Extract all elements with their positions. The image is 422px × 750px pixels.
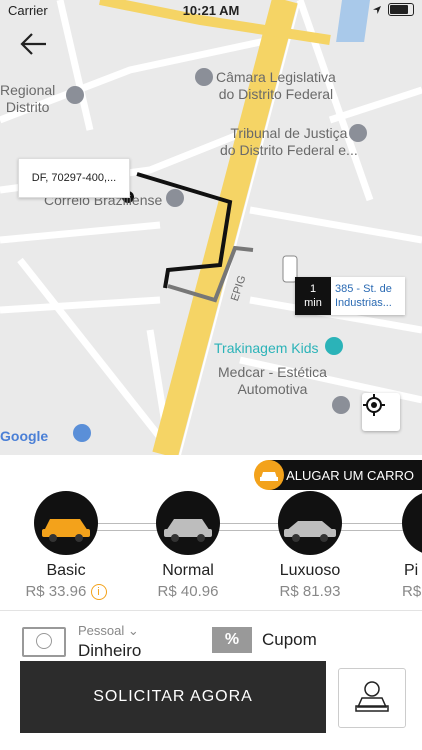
coupon-label: Cupom (262, 630, 317, 649)
coupon-button[interactable]: % Cupom (212, 627, 317, 653)
car-option-basic[interactable]: Basic R$ 33.96 i (6, 491, 126, 601)
arrow-left-icon (20, 33, 46, 55)
payment-value: Dinheiro (78, 641, 142, 660)
payment-text: Pessoal ⌄ Dinheiro (78, 623, 141, 661)
schedule-ride-button[interactable] (338, 668, 406, 728)
divider (0, 610, 422, 611)
pickup-address-bubble[interactable]: DF, 70297-400,... (18, 158, 130, 198)
poi-medcar: Medcar - Estética Automotiva (218, 364, 327, 397)
car-normal-icon (156, 491, 220, 555)
status-icons (372, 3, 414, 16)
map-roads (0, 0, 422, 455)
crosshair-icon (363, 394, 385, 416)
rent-car-button[interactable]: ALUGAR UM CARRO (254, 460, 422, 490)
my-location-button[interactable] (362, 393, 400, 431)
destination-address: 385 - St. de Industrias... (331, 277, 405, 315)
poi-regional: Regional Distrito (0, 82, 56, 115)
cash-icon (22, 627, 66, 657)
car-rental-icon (254, 460, 285, 490)
info-icon[interactable]: i (90, 584, 107, 601)
car-option-luxuoso[interactable]: Luxuoso R$ 81.93 (250, 491, 370, 600)
ride-options-panel: ALUGAR UM CARRO Basic R$ 33.96 i Normal … (0, 455, 422, 750)
battery-icon (388, 3, 414, 16)
status-bar: Carrier 10:21 AM (0, 0, 422, 22)
car-name: Basic (46, 562, 86, 579)
car-name: Pi (404, 562, 419, 579)
car-luxuoso-icon (278, 491, 342, 555)
back-button[interactable] (18, 30, 50, 58)
chevron-down-icon: ⌄ (127, 623, 139, 638)
request-ride-button[interactable]: SOLICITAR AGORA (20, 661, 326, 733)
car-basic-icon (34, 491, 98, 555)
poi-tribunal: Tribunal de Justiça do Distrito Federal … (220, 125, 358, 158)
payment-method-selector[interactable]: Pessoal ⌄ Dinheiro (22, 623, 141, 661)
car-option-partial[interactable]: Pi R$ (372, 491, 422, 600)
location-arrow-icon (373, 5, 381, 14)
car-price: R$ (402, 583, 422, 600)
car-price: R$ 81.93 (279, 583, 341, 600)
car-name: Normal (162, 562, 214, 579)
payment-label: Pessoal ⌄ (78, 623, 139, 638)
clock: 10:21 AM (182, 3, 240, 18)
scheduled-car-icon (355, 681, 389, 712)
car-partial-icon (402, 491, 422, 555)
google-logo: Google (0, 428, 49, 444)
eta-time: 1 min (295, 277, 331, 315)
eta-value: 1 (309, 283, 317, 295)
car-option-normal[interactable]: Normal R$ 40.96 (128, 491, 248, 600)
map-view[interactable]: Regional Distrito Câmara Legislativa do … (0, 0, 422, 455)
poi-trakinagem: Trakinagem Kids (214, 340, 319, 356)
car-price: R$ 33.96 i (6, 583, 126, 601)
eta-bubble[interactable]: 1 min 385 - St. de Industrias... (295, 277, 405, 315)
rent-car-label: ALUGAR UM CARRO (286, 467, 414, 483)
car-name: Luxuoso (279, 562, 341, 579)
car-price: R$ 40.96 (157, 583, 219, 600)
eta-unit: min (304, 297, 322, 309)
percent-icon: % (212, 627, 252, 653)
poi-camara: Câmara Legislativa do Distrito Federal (216, 69, 336, 102)
